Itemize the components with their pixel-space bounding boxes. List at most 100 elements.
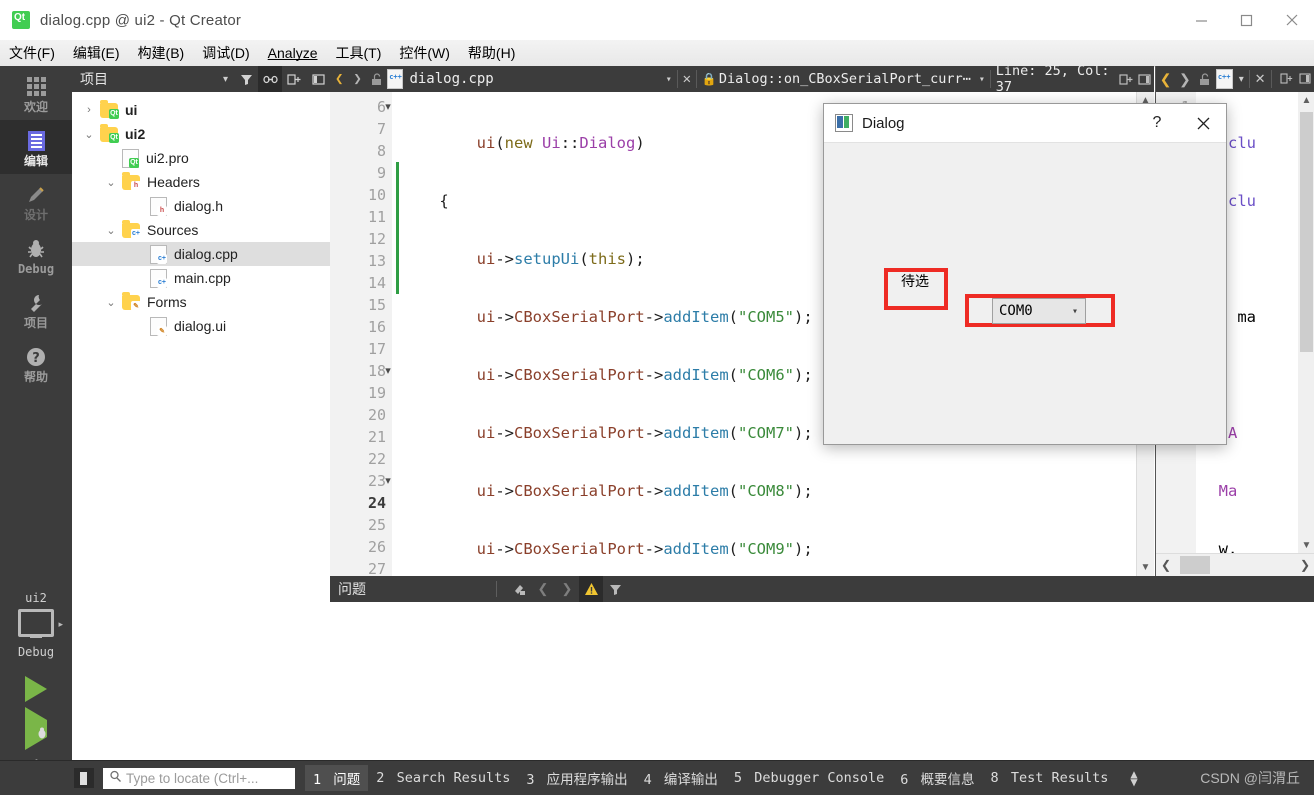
menu-help[interactable]: 帮助(H) bbox=[459, 40, 524, 66]
unlock-icon[interactable] bbox=[1195, 66, 1214, 92]
mode-projects[interactable]: 项目 bbox=[0, 282, 72, 336]
chevron-left-icon[interactable]: ❮ bbox=[330, 66, 348, 92]
chevron-down-icon[interactable]: ▾ bbox=[979, 74, 985, 85]
output-item-test-results[interactable]: 8 Test Results bbox=[983, 767, 1117, 789]
close-button[interactable] bbox=[1269, 0, 1314, 40]
mode-welcome[interactable]: 欢迎 bbox=[0, 66, 72, 120]
editor-symbol[interactable]: Dialog::on_CBoxSerialPort_curr⋯ bbox=[719, 71, 971, 87]
split-horizontal-icon[interactable] bbox=[1276, 66, 1295, 92]
cpp-file-icon: c+ bbox=[150, 244, 167, 264]
kit-project-label[interactable]: ui2 bbox=[0, 591, 72, 605]
link-icon[interactable] bbox=[258, 66, 282, 92]
output-item-search-results[interactable]: 2 Search Results bbox=[368, 767, 518, 789]
chevron-down-icon[interactable]: ▾ bbox=[1072, 306, 1078, 317]
menu-tools[interactable]: 工具(T) bbox=[326, 40, 390, 66]
chevron-down-icon[interactable]: ▾ bbox=[223, 74, 228, 85]
filter-icon[interactable] bbox=[234, 66, 258, 92]
debug-button[interactable] bbox=[0, 707, 72, 750]
split-icon[interactable] bbox=[306, 66, 330, 92]
clear-icon[interactable] bbox=[507, 576, 531, 602]
tree-node-headers[interactable]: ⌄ h Headers bbox=[72, 170, 330, 194]
editor-filename[interactable]: dialog.cpp bbox=[409, 71, 493, 87]
output-item-debugger-console[interactable]: 5 Debugger Console bbox=[726, 767, 892, 789]
tree-node-ui2[interactable]: ⌄ Qt ui2 bbox=[72, 122, 330, 146]
tree-node-main-cpp[interactable]: c+ main.cpp bbox=[72, 266, 330, 290]
tree-node-ui[interactable]: › Qt ui bbox=[72, 98, 330, 122]
mode-welcome-label: 欢迎 bbox=[23, 99, 48, 114]
mode-help[interactable]: ? 帮助 bbox=[0, 336, 72, 390]
svg-text:?: ? bbox=[32, 351, 40, 366]
scroll-down-icon[interactable]: ▼ bbox=[1298, 537, 1314, 554]
fold-chevron-icon[interactable]: ▾ bbox=[380, 96, 396, 118]
close-icon[interactable]: ✕ bbox=[683, 71, 691, 87]
serial-port-combobox[interactable]: COM0 ▾ bbox=[992, 298, 1086, 324]
menu-build[interactable]: 构建(B) bbox=[129, 40, 194, 66]
mode-design[interactable]: 设计 bbox=[0, 174, 72, 228]
tree-node-dialog-cpp[interactable]: c+ dialog.cpp bbox=[72, 242, 330, 266]
chevron-right-icon[interactable]: ❯ bbox=[348, 66, 366, 92]
twisty-icon[interactable]: ⌄ bbox=[78, 128, 100, 141]
twisty-icon[interactable]: › bbox=[78, 104, 100, 116]
tree-node-ui2-pro[interactable]: Qt ui2.pro bbox=[72, 146, 330, 170]
menu-widgets[interactable]: 控件(W) bbox=[390, 40, 459, 66]
menu-debug[interactable]: 调试(D) bbox=[193, 40, 258, 66]
output-item-general-messages[interactable]: 6 概要信息 bbox=[892, 765, 982, 791]
tree-node-forms[interactable]: ⌄ ✎ Forms bbox=[72, 290, 330, 314]
tree-node-sources[interactable]: ⌄ c+ Sources bbox=[72, 218, 330, 242]
unlock-icon[interactable] bbox=[367, 66, 385, 92]
kit-target-icon[interactable] bbox=[18, 609, 54, 638]
chevron-left-icon[interactable]: ❮ bbox=[531, 576, 555, 602]
tree-node-dialog-h[interactable]: h dialog.h bbox=[72, 194, 330, 218]
tree-label: dialog.h bbox=[174, 198, 224, 214]
scroll-down-icon[interactable]: ▼ bbox=[1137, 559, 1154, 576]
chevron-right-icon[interactable]: ❯ bbox=[1175, 66, 1194, 92]
split-horizontal-icon[interactable] bbox=[1117, 66, 1135, 92]
locator-input[interactable]: Type to locate (Ctrl+... bbox=[103, 767, 295, 789]
toggle-sidebar-icon[interactable] bbox=[1296, 66, 1314, 92]
line-number: 27 bbox=[367, 560, 386, 576]
scroll-up-icon[interactable]: ▲ bbox=[1298, 92, 1314, 109]
warning-icon[interactable] bbox=[579, 576, 603, 602]
menu-analyze[interactable]: Analyze bbox=[259, 42, 327, 64]
tree-node-dialog-ui[interactable]: ✎ dialog.ui bbox=[72, 314, 330, 338]
chevron-left-icon[interactable]: ❮ bbox=[1156, 66, 1175, 92]
mode-projects-label: 项目 bbox=[23, 315, 48, 330]
up-down-icon[interactable]: ▲ ▼ bbox=[1130, 768, 1137, 788]
fold-chevron-icon[interactable]: ▾ bbox=[380, 360, 396, 382]
chevron-left-icon[interactable]: ❮ bbox=[1156, 558, 1176, 572]
close-icon[interactable]: ✕ bbox=[1255, 71, 1266, 87]
menu-edit[interactable]: 编辑(E) bbox=[64, 40, 129, 66]
scrollbar-thumb[interactable] bbox=[1300, 112, 1313, 352]
mode-debug[interactable]: Debug bbox=[0, 228, 72, 282]
minimize-button[interactable] bbox=[1179, 0, 1224, 40]
output-pane-selector: 1 问题 2 Search Results 3 应用程序输出 4 编译输出 5 … bbox=[305, 765, 1138, 791]
chevron-down-icon[interactable]: ▾ bbox=[1239, 74, 1244, 85]
filter-icon[interactable] bbox=[603, 576, 627, 602]
output-label: 问题 bbox=[333, 772, 361, 788]
output-item-compile-output[interactable]: 4 编译输出 bbox=[636, 765, 726, 791]
issues-list[interactable] bbox=[330, 602, 1314, 761]
mode-edit[interactable]: 编辑 bbox=[0, 120, 72, 174]
chevron-right-icon[interactable]: ❯ bbox=[555, 576, 579, 602]
toggle-sidebar-icon[interactable] bbox=[1136, 66, 1154, 92]
toggle-sidebar-icon[interactable] bbox=[74, 768, 94, 788]
expand-all-icon[interactable] bbox=[282, 66, 306, 92]
kit-buildconfig-label[interactable]: Debug bbox=[0, 645, 72, 659]
dialog-title: Dialog bbox=[862, 114, 905, 132]
right-editor-vertical-scrollbar[interactable]: ▲ ▼ bbox=[1298, 92, 1314, 554]
scrollbar-thumb[interactable] bbox=[1180, 556, 1210, 574]
dialog-close-button[interactable] bbox=[1180, 104, 1226, 142]
dialog-help-button[interactable]: ? bbox=[1134, 104, 1180, 142]
chevron-right-icon[interactable]: ❯ bbox=[1295, 558, 1314, 572]
twisty-icon[interactable]: ⌄ bbox=[100, 224, 122, 237]
twisty-icon[interactable]: ⌄ bbox=[100, 296, 122, 309]
output-item-issues[interactable]: 1 问题 bbox=[305, 765, 369, 791]
chevron-down-icon[interactable]: ▾ bbox=[666, 74, 672, 85]
menu-file[interactable]: 文件(F) bbox=[0, 40, 64, 66]
output-item-application-output[interactable]: 3 应用程序输出 bbox=[518, 765, 635, 791]
right-editor-horizontal-scrollbar[interactable]: ❮ ❯ bbox=[1156, 553, 1314, 576]
run-button[interactable] bbox=[0, 669, 72, 709]
fold-chevron-icon[interactable]: ▾ bbox=[380, 470, 396, 492]
maximize-button[interactable] bbox=[1224, 0, 1269, 40]
twisty-icon[interactable]: ⌄ bbox=[100, 176, 122, 189]
